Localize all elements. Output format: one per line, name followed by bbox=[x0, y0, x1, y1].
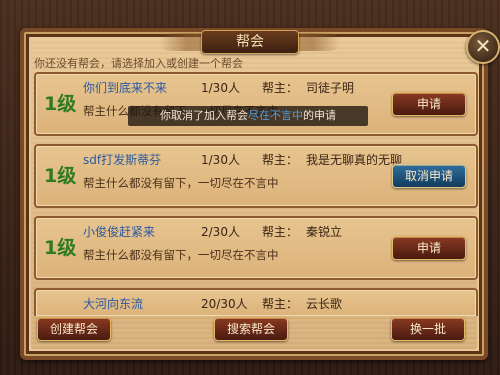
close-icon: ✕ bbox=[474, 34, 492, 58]
dialog-title: 帮会 bbox=[201, 30, 299, 54]
guild-leader-label: 帮主： bbox=[262, 81, 299, 95]
guild-description: 帮主什么都没有留下，一切尽在不言中 bbox=[83, 248, 279, 262]
create-guild-button[interactable]: 创建帮会 bbox=[37, 317, 111, 341]
guild-name: sdf打发斯蒂芬 bbox=[83, 153, 162, 167]
guild-leader-label: 帮主： bbox=[262, 153, 299, 167]
footer-bar: 创建帮会 搜索帮会 换一批 bbox=[27, 313, 473, 345]
guild-leader-label: 帮主： bbox=[262, 225, 299, 239]
guild-leader: 云长歌 bbox=[306, 297, 343, 311]
toast-suffix: 的申请 bbox=[303, 109, 336, 122]
guild-name: 你们到底来不来 bbox=[83, 81, 168, 95]
no-guild-hint: 你还没有帮会，请选择加入或创建一个帮会 bbox=[34, 57, 243, 70]
guild-leader: 秦锐立 bbox=[306, 225, 343, 239]
toast-prefix: 你取消了加入帮会 bbox=[160, 109, 248, 122]
dialog-title-bar: 帮会 bbox=[160, 28, 340, 56]
guild-leader-label: 帮主： bbox=[262, 297, 299, 311]
guild-name: 小俊俊赶紧来 bbox=[83, 225, 156, 239]
guild-level: 1级 bbox=[44, 165, 77, 187]
guild-level: 1级 bbox=[44, 93, 77, 115]
apply-button[interactable]: 申请 bbox=[392, 236, 466, 260]
guild-name: 大河向东流 bbox=[83, 297, 144, 311]
toast-message: 你取消了加入帮会尽在不言中的申请 bbox=[128, 106, 368, 126]
guild-row: 1级 sdf打发斯蒂芬 1/30人 帮主： 我是无聊真的无聊 帮主什么都没有留下… bbox=[34, 144, 478, 208]
guild-row: 1级 小俊俊赶紧来 2/30人 帮主： 秦锐立 帮主什么都没有留下，一切尽在不言… bbox=[34, 216, 478, 280]
toast-highlight: 尽在不言中 bbox=[248, 109, 303, 122]
guild-leader: 我是无聊真的无聊 bbox=[306, 153, 403, 167]
guild-level: 1级 bbox=[44, 237, 77, 259]
cancel-apply-button[interactable]: 取消申请 bbox=[392, 164, 466, 188]
close-button[interactable]: ✕ bbox=[466, 30, 500, 64]
guild-description: 帮主什么都没有留下，一切尽在不言中 bbox=[83, 176, 279, 190]
guild-member-count: 2/30人 bbox=[201, 225, 240, 239]
guild-member-count: 20/30人 bbox=[201, 297, 248, 311]
guild-leader: 司徒子明 bbox=[306, 81, 355, 95]
guild-member-count: 1/30人 bbox=[201, 153, 240, 167]
apply-button[interactable]: 申请 bbox=[392, 92, 466, 116]
guild-row: 1级 你们到底来不来 1/30人 帮主： 司徒子明 帮主什么都没有留下，一切尽在… bbox=[34, 72, 478, 136]
guild-member-count: 1/30人 bbox=[201, 81, 240, 95]
refresh-list-button[interactable]: 换一批 bbox=[391, 317, 465, 341]
search-guild-button[interactable]: 搜索帮会 bbox=[214, 317, 288, 341]
guild-row: 大河向东流 20/30人 帮主： 云长歌 bbox=[34, 288, 478, 316]
